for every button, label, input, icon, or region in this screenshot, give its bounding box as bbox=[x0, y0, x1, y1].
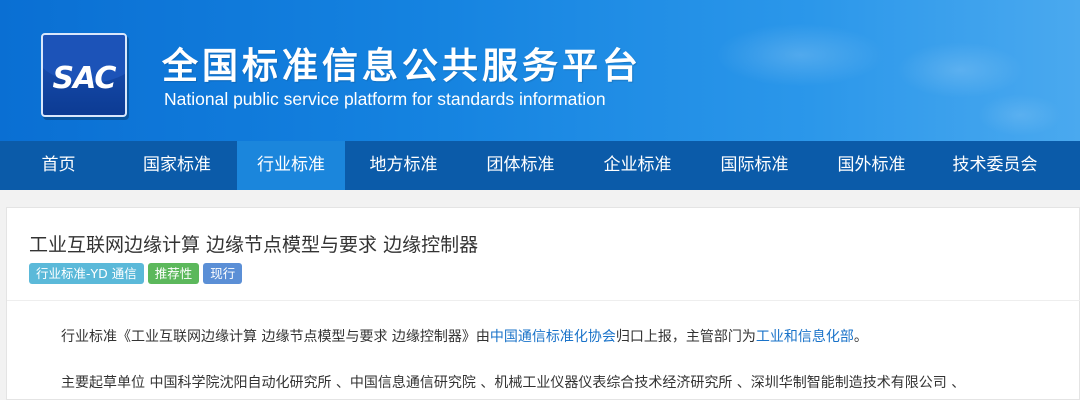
nav-enterprise-standards[interactable]: 企业标准 bbox=[579, 141, 696, 190]
site-header: SAC 全国标准信息公共服务平台 National public service… bbox=[0, 0, 1080, 141]
summary-suffix: 。 bbox=[853, 329, 868, 345]
summary-middle: 归口上报，主管部门为 bbox=[615, 329, 756, 345]
site-subtitle: National public service platform for sta… bbox=[164, 89, 606, 109]
tag-recommended: 推荐性 bbox=[147, 263, 200, 284]
nav-national-standards[interactable]: 国家标准 bbox=[117, 141, 237, 190]
world-map-background bbox=[660, 0, 1080, 141]
nav-group-standards[interactable]: 团体标准 bbox=[462, 141, 579, 190]
dept-link[interactable]: 工业和信息化部 bbox=[756, 329, 854, 345]
tag-status-current: 现行 bbox=[203, 263, 243, 284]
nav-technical-committee[interactable]: 技术委员会 bbox=[930, 141, 1060, 190]
standard-tags: 行业标准-YD 通信 推荐性 现行 bbox=[29, 263, 246, 285]
logo-text: SAC bbox=[52, 61, 117, 96]
standard-title: 工业互联网边缘计算 边缘节点模型与要求 边缘控制器 bbox=[29, 234, 479, 256]
nav-local-standards[interactable]: 地方标准 bbox=[345, 141, 462, 190]
tag-category: 行业标准-YD 通信 bbox=[29, 263, 144, 284]
nav-international-standards[interactable]: 国际标准 bbox=[696, 141, 813, 190]
site-title: 全国标准信息公共服务平台 bbox=[162, 46, 643, 87]
divider bbox=[7, 300, 1080, 301]
nav-industry-standards[interactable]: 行业标准 bbox=[237, 141, 345, 190]
nav-foreign-standards[interactable]: 国外标准 bbox=[813, 141, 930, 190]
standard-summary: 行业标准《工业互联网边缘计算 边缘节点模型与要求 边缘控制器》由中国通信标准化协… bbox=[61, 326, 868, 346]
nav-home[interactable]: 首页 bbox=[0, 141, 117, 190]
sac-logo[interactable]: SAC bbox=[41, 33, 127, 117]
main-nav: 首页 国家标准 行业标准 地方标准 团体标准 企业标准 国际标准 国外标准 技术… bbox=[0, 141, 1080, 190]
drafting-units: 主要起草单位 中国科学院沈阳自动化研究所 、中国信息通信研究院 、机械工业仪器仪… bbox=[61, 375, 966, 391]
org-link[interactable]: 中国通信标准化协会 bbox=[490, 329, 616, 345]
standard-detail-card: 工业互联网边缘计算 边缘节点模型与要求 边缘控制器 行业标准-YD 通信 推荐性现… bbox=[6, 207, 1080, 400]
summary-prefix: 行业标准《工业互联网边缘计算 边缘节点模型与要求 边缘控制器》由 bbox=[61, 329, 490, 345]
